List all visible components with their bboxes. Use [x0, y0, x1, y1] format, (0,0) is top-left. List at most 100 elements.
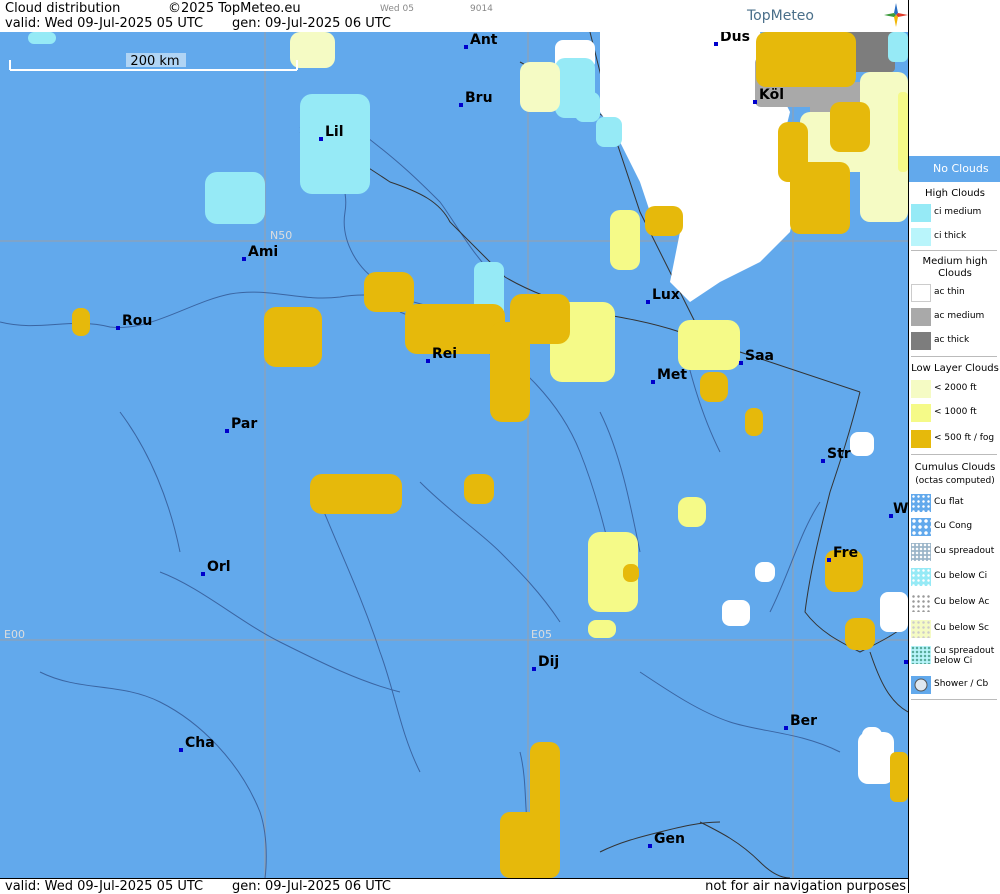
- city-gen: Gen: [648, 831, 685, 848]
- city-ant: Ant: [464, 32, 498, 49]
- cloud-map[interactable]: 200 km N50 E00 E05 Ant Düs Bru Köl Lil Ami Lux…: [0, 32, 908, 878]
- city-marker-icon: [532, 667, 536, 671]
- cu-spreadout-below-ci-swatch: [911, 646, 931, 664]
- footer-disclaimer: not for air navigation purposes: [705, 879, 906, 894]
- city-marker-icon: [426, 359, 430, 363]
- city-label: Gen: [654, 831, 685, 847]
- legend-low-title: Low Layer Clouds: [911, 363, 999, 374]
- legend-ac-medium: ac medium: [909, 306, 1000, 328]
- ci-medium-swatch: [911, 204, 931, 222]
- legend-cu-spreadout-below-ci: Cu spreadout below Ci: [909, 644, 1000, 672]
- city-cha: Cha: [179, 735, 215, 752]
- legend-cu-flat: Cu flat: [909, 492, 1000, 514]
- legend-ci-thick: ci thick: [909, 226, 1000, 248]
- cu-below-ci-label: Cu below Ci: [934, 571, 988, 581]
- ac-thin-swatch: [911, 284, 931, 302]
- ac-thick-label: ac thick: [934, 335, 970, 345]
- legend-ac-thick: ac thick: [909, 330, 1000, 352]
- code-tag: 9014: [470, 4, 493, 14]
- ac-thick-swatch: [911, 332, 931, 350]
- legend-high-title: High Clouds: [925, 188, 985, 199]
- shower-cb-swatch: [911, 676, 931, 694]
- legend-low-2000: < 2000 ft: [909, 378, 1000, 400]
- legend-cu-cong: Cu Cong: [909, 516, 1000, 538]
- city-marker-icon: [116, 326, 120, 330]
- cu-below-ci-swatch: [911, 568, 931, 586]
- map-title: Cloud distribution: [5, 1, 121, 16]
- legend-ci-medium: ci medium: [909, 202, 1000, 224]
- cu-below-sc-swatch: [911, 620, 931, 638]
- city-label: Saa: [745, 348, 774, 364]
- city-label: Ber: [790, 713, 817, 729]
- cloud-legend: No Clouds High Clouds ci medium ci thick…: [908, 0, 1000, 893]
- city-marker-icon: [464, 45, 468, 49]
- cu-spreadout-label: Cu spreadout: [934, 546, 995, 556]
- legend-no-clouds-label: No Clouds: [933, 162, 989, 175]
- low-1000-label: < 1000 ft: [934, 407, 977, 417]
- footer-generated-time: gen: 09-Jul-2025 06 UTC: [232, 879, 391, 894]
- city-saa: Saa: [739, 348, 774, 365]
- cu-flat-swatch: [911, 494, 931, 512]
- city-label: Lux: [652, 287, 680, 303]
- city-label: Cha: [185, 735, 215, 751]
- ci-thick-swatch: [911, 228, 931, 246]
- copyright: ©2025 TopMeteo.eu: [168, 1, 301, 16]
- grid-label-e00: E00: [4, 628, 25, 641]
- map-footer: valid: Wed 09-Jul-2025 05 UTC gen: 09-Ju…: [0, 878, 908, 894]
- legend-separator: [911, 250, 997, 251]
- city-marker-icon: [225, 429, 229, 433]
- footer-valid-time: valid: Wed 09-Jul-2025 05 UTC: [5, 879, 204, 894]
- city-label: Lil: [325, 124, 344, 140]
- legend-separator: [911, 699, 997, 700]
- city-label: Köl: [759, 87, 784, 103]
- city-marker-icon: [753, 100, 757, 104]
- city-label: Met: [657, 367, 687, 383]
- city-marker-icon: [646, 300, 650, 304]
- city-bru: Bru: [459, 90, 493, 107]
- city-label: Str: [827, 446, 851, 462]
- legend-shower-cb: Shower / Cb: [909, 674, 1000, 696]
- cu-below-sc-label: Cu below Sc: [934, 623, 989, 633]
- legend-separator: [911, 454, 997, 455]
- city-label: Orl: [207, 559, 231, 575]
- ci-thick-label: ci thick: [934, 231, 967, 241]
- grid-label-e05: E05: [531, 628, 552, 641]
- low-2000-swatch: [911, 380, 931, 398]
- day-tag: Wed 05: [380, 4, 414, 14]
- city-label: Dij: [538, 654, 559, 670]
- ci-medium-label: ci medium: [934, 207, 982, 217]
- legend-cu-spreadout: Cu spreadout: [909, 541, 1000, 563]
- city-marker-icon: [459, 103, 463, 107]
- city-marker-icon: [739, 361, 743, 365]
- low-2000-label: < 2000 ft: [934, 383, 977, 393]
- legend-cu-below-ci: Cu below Ci: [909, 566, 1000, 588]
- city-marker-icon: [827, 558, 831, 562]
- cu-cong-swatch: [911, 518, 931, 536]
- city-dus: Düs: [714, 32, 750, 46]
- city-marker-icon: [648, 844, 652, 848]
- city-label: Düs: [720, 32, 750, 45]
- shower-cb-label: Shower / Cb: [934, 679, 989, 689]
- ac-medium-swatch: [911, 308, 931, 326]
- city-ami: Ami: [242, 244, 278, 261]
- low-500-label: < 500 ft / fog: [934, 433, 995, 443]
- city-label: Ant: [470, 32, 498, 48]
- city-marker-icon: [319, 137, 323, 141]
- cu-spreadout-below-ci-label: Cu spreadout below Ci: [934, 646, 995, 666]
- legend-cu-below-ac: Cu below Ac: [909, 592, 1000, 614]
- city-marker-icon: [201, 572, 205, 576]
- ac-thin-label: ac thin: [934, 287, 965, 297]
- city-label: Rei: [432, 346, 457, 362]
- city-marker-icon: [242, 257, 246, 261]
- map-header: Cloud distribution ©2025 TopMeteo.eu Wed…: [0, 0, 908, 32]
- cu-spreadout-swatch: [911, 543, 931, 561]
- city-label: Par: [231, 416, 257, 432]
- scale-label: 200 km: [130, 54, 179, 69]
- ac-medium-label: ac medium: [934, 311, 985, 321]
- legend-separator: [911, 356, 997, 357]
- brand-logo-text: TopMeteo: [747, 8, 814, 24]
- legend-no-clouds: No Clouds: [909, 156, 1000, 182]
- shower-cloud-icon: [914, 678, 928, 692]
- city-label: Ami: [248, 244, 278, 260]
- legend-cumulus-sub: (octas computed): [915, 476, 995, 486]
